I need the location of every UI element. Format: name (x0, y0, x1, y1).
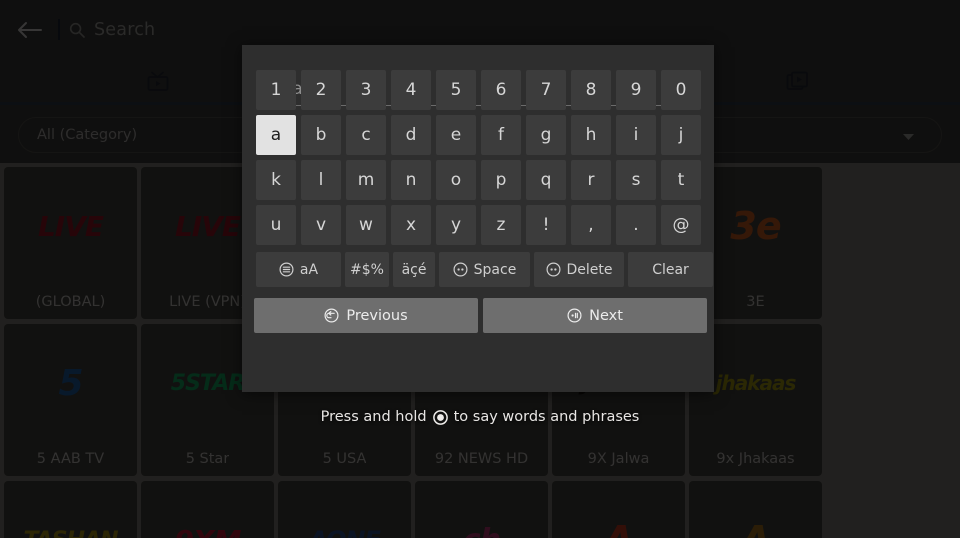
keyboard-row: abcdefghij (256, 115, 701, 155)
key-b[interactable]: b (301, 115, 341, 155)
key-o[interactable]: o (436, 160, 476, 200)
key-s[interactable]: s (616, 160, 656, 200)
function-key-delete[interactable]: Delete (534, 252, 624, 287)
keyboard-key-rows: 1 2 3 4 5 6 7 8 9 0 a b c d e f g h i j k l m n o p q r s t u v w x y z!,. @ (256, 70, 701, 250)
keyboard-nav-row: Previous Next (254, 298, 707, 333)
key-7[interactable]: 7 (526, 70, 566, 110)
key-k[interactable]: k (256, 160, 296, 200)
key-j[interactable]: j (661, 115, 701, 155)
key-l[interactable]: l (301, 160, 341, 200)
key-y[interactable]: y (436, 205, 476, 245)
key-u[interactable]: u (256, 205, 296, 245)
key-m[interactable]: m (346, 160, 386, 200)
key-w[interactable]: w (346, 205, 386, 245)
key-d[interactable]: d (391, 115, 431, 155)
key-,[interactable]: , (571, 205, 611, 245)
voice-hint: Press and hold to say words and phrases (0, 409, 960, 425)
function-key-clear[interactable]: Clear (628, 252, 713, 287)
key-f[interactable]: f (481, 115, 521, 155)
key-z[interactable]: z (481, 205, 521, 245)
keyboard-row: klmnopqrst (256, 160, 701, 200)
key-1[interactable]: 1 (256, 70, 296, 110)
next-label: Next (589, 307, 623, 324)
key-@[interactable]: @ (661, 205, 701, 245)
next-button[interactable]: Next (483, 298, 707, 333)
key-g[interactable]: g (526, 115, 566, 155)
voice-hint-text-after: to say words and phrases (453, 409, 640, 425)
keyboard-row: 1234567890 (256, 70, 701, 110)
key-h[interactable]: h (571, 115, 611, 155)
keyboard-row: u v w x y z!,. @ (256, 205, 701, 245)
key-4[interactable]: 4 (391, 70, 431, 110)
forward-circle-icon (567, 308, 582, 323)
key-v[interactable]: v (301, 205, 341, 245)
function-key-label: aA (299, 261, 319, 278)
keyboard-function-row: aA #$% äçé Space Delete Clear (256, 252, 713, 287)
tv-search-screen: Search All (Category) LIVE (GLOBAL) LIVE… (0, 0, 960, 538)
function-key-case[interactable]: aA (256, 252, 341, 287)
key-6[interactable]: 6 (481, 70, 521, 110)
remote-circle-icon (453, 262, 468, 277)
key-3[interactable]: 3 (346, 70, 386, 110)
key-e[interactable]: e (436, 115, 476, 155)
function-key-label: äçé (401, 261, 427, 278)
key-9[interactable]: 9 (616, 70, 656, 110)
key-i[interactable]: i (616, 115, 656, 155)
back-circle-icon (324, 308, 339, 323)
key-t[interactable]: t (661, 160, 701, 200)
function-key-label: Space (473, 261, 517, 278)
function-key-space[interactable]: Space (439, 252, 530, 287)
previous-label: Previous (346, 307, 408, 324)
function-key-label: #$% (350, 261, 384, 278)
key-a[interactable]: a (256, 115, 296, 155)
key-r[interactable]: r (571, 160, 611, 200)
previous-button[interactable]: Previous (254, 298, 478, 333)
key-5[interactable]: 5 (436, 70, 476, 110)
key-8[interactable]: 8 (571, 70, 611, 110)
function-key-accent[interactable]: äçé (393, 252, 435, 287)
voice-button-icon (432, 409, 448, 425)
function-key-label: Clear (652, 261, 689, 278)
function-key-symbol[interactable]: #$% (345, 252, 389, 287)
key-c[interactable]: c (346, 115, 386, 155)
key-![interactable]: ! (526, 205, 566, 245)
key-2[interactable]: 2 (301, 70, 341, 110)
key-n[interactable]: n (391, 160, 431, 200)
remote-circle-icon (545, 262, 561, 277)
key-p[interactable]: p (481, 160, 521, 200)
menu-circle-icon (279, 262, 294, 277)
key-q[interactable]: q (526, 160, 566, 200)
key-x[interactable]: x (391, 205, 431, 245)
key-0[interactable]: 0 (661, 70, 701, 110)
function-key-label: Delete (566, 261, 613, 278)
key-.[interactable]: . (616, 205, 656, 245)
voice-hint-text-before: Press and hold (320, 409, 427, 425)
